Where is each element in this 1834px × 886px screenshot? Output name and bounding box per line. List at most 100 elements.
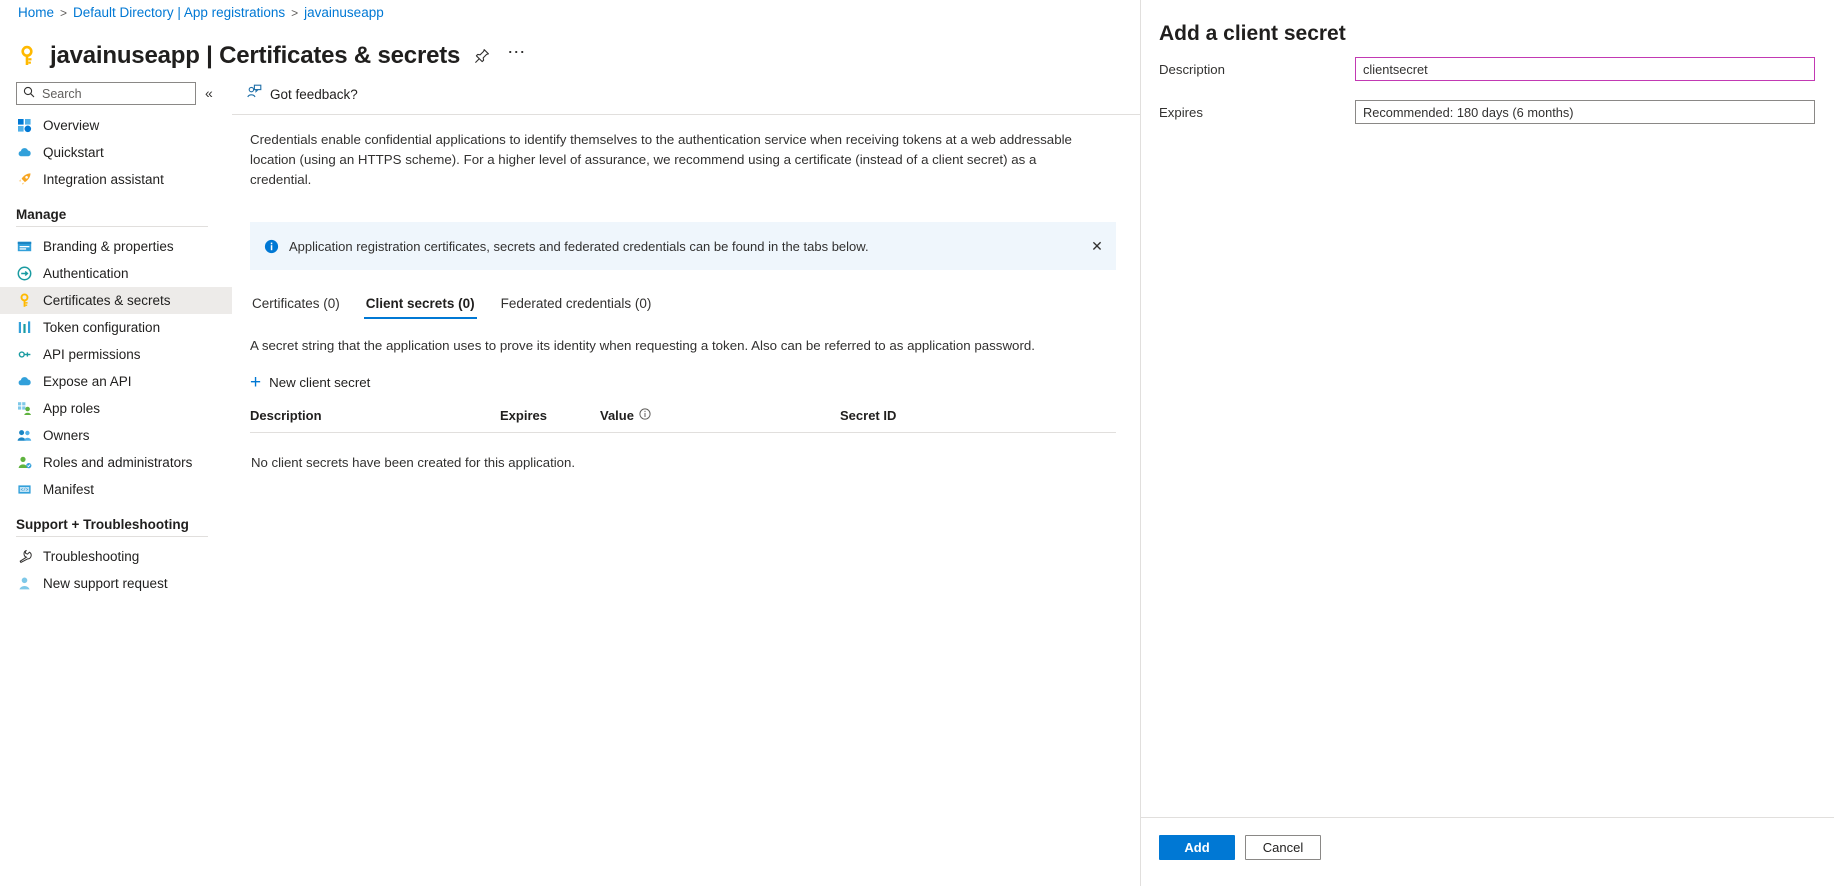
collapse-sidebar-button[interactable]: «	[205, 84, 213, 102]
breadcrumb: Home > Default Directory | App registrat…	[18, 5, 384, 20]
sidebar-item-branding-properties[interactable]: Branding & properties	[0, 233, 232, 260]
command-bar-got-feedback[interactable]: Got feedback?	[246, 84, 358, 105]
sidebar-item-label: Owners	[43, 428, 90, 443]
search-box[interactable]	[16, 82, 196, 105]
search-input[interactable]	[40, 85, 180, 102]
sidebar-item-label: Quickstart	[43, 145, 104, 160]
sidebar-item-label: Roles and administrators	[43, 455, 193, 470]
client-secrets-table: Description Expires Value Secret ID No c…	[250, 408, 1116, 471]
table-body: No client secrets have been created for …	[250, 433, 1116, 472]
feedback-person-icon	[246, 84, 262, 105]
sidebar-item-label: Token configuration	[43, 320, 161, 335]
certificates-secrets-body: Credentials enable confidential applicat…	[232, 130, 1140, 471]
column-header-description: Description	[250, 408, 500, 433]
sidebar-item-label: Troubleshooting	[43, 549, 140, 564]
sidebar-item-manifest[interactable]: </> Manifest	[0, 476, 232, 503]
tab-certificates[interactable]: Certificates (0)	[250, 294, 342, 319]
expires-select[interactable]: Recommended: 180 days (6 months)	[1355, 100, 1815, 124]
sidebar-item-label: Overview	[43, 118, 100, 133]
column-header-label: Expires	[500, 408, 547, 423]
sidebar-item-app-roles[interactable]: App roles	[0, 395, 232, 422]
info-icon[interactable]	[639, 408, 651, 423]
svg-text:</>: </>	[21, 488, 29, 493]
description-input[interactable]	[1355, 57, 1815, 81]
wrench-icon	[16, 548, 33, 565]
sidebar-item-label: Certificates & secrets	[43, 293, 171, 308]
cancel-button[interactable]: Cancel	[1245, 835, 1321, 860]
table-header-row: Description Expires Value Secret ID	[250, 408, 1116, 433]
sidebar-item-owners[interactable]: Owners	[0, 422, 232, 449]
column-header-label: Value	[600, 408, 634, 423]
column-header-expires: Expires	[500, 408, 600, 433]
sidebar-item-troubleshooting[interactable]: Troubleshooting	[0, 543, 232, 570]
column-header-label: Description	[250, 408, 322, 423]
plus-icon: +	[250, 371, 262, 393]
sidebar-nav: Overview Quickstart Integration assistan…	[0, 112, 232, 597]
info-banner-text: Application registration certificates, s…	[289, 238, 869, 254]
close-icon[interactable]: ✕	[1088, 237, 1106, 255]
sidebar-group-divider	[16, 226, 208, 227]
sidebar-item-label: Branding & properties	[43, 239, 174, 254]
panel-title: Add a client secret	[1159, 22, 1346, 46]
sidebar: « Overview	[0, 78, 232, 886]
sidebar-item-token-configuration[interactable]: Token configuration	[0, 314, 232, 341]
sidebar-group-title: Support + Troubleshooting	[16, 517, 189, 532]
command-bar-divider	[232, 114, 1140, 115]
rocket-icon	[16, 171, 33, 188]
panel-footer-divider	[1141, 817, 1834, 818]
sidebar-item-label: New support request	[43, 576, 168, 591]
sidebar-item-overview[interactable]: Overview	[0, 112, 232, 139]
expires-field-wrapper: Recommended: 180 days (6 months)	[1355, 100, 1834, 124]
new-client-secret-button[interactable]: + New client secret	[250, 371, 371, 393]
tab-federated-credentials[interactable]: Federated credentials (0)	[499, 294, 654, 319]
sidebar-item-label: Expose an API	[43, 374, 132, 389]
sidebar-item-label: App roles	[43, 401, 101, 416]
tab-list: Certificates (0) Client secrets (0) Fede…	[250, 294, 1140, 320]
tab-client-secrets[interactable]: Client secrets (0)	[363, 294, 477, 319]
sidebar-item-label: Authentication	[43, 266, 129, 281]
breadcrumb-separator-icon: >	[291, 5, 299, 20]
form-row-description: Description	[1141, 52, 1834, 86]
breadcrumb-item-default-directory[interactable]: Default Directory | App registrations	[73, 5, 285, 20]
page-title: javainuseapp | Certificates & secrets	[50, 42, 461, 70]
description-field-wrapper	[1355, 57, 1834, 81]
sidebar-item-integration-assistant[interactable]: Integration assistant	[0, 166, 232, 193]
form-row-expires: Expires Recommended: 180 days (6 months)	[1141, 95, 1834, 129]
api-permissions-icon	[16, 346, 33, 363]
sidebar-item-authentication[interactable]: Authentication	[0, 260, 232, 287]
expires-selected-value: Recommended: 180 days (6 months)	[1363, 104, 1574, 120]
panel-action-bar: Add Cancel	[1159, 835, 1321, 860]
breadcrumb-item-javainuseapp[interactable]: javainuseapp	[304, 5, 384, 20]
overview-icon	[16, 117, 33, 134]
main-content: Got feedback? Credentials enable confide…	[232, 78, 1140, 886]
new-client-secret-label: New client secret	[269, 375, 371, 390]
roles-administrators-icon	[16, 454, 33, 471]
authentication-icon	[16, 265, 33, 282]
table-header: Description Expires Value Secret ID	[250, 408, 1116, 433]
empty-state-message: No client secrets have been created for …	[251, 455, 576, 470]
column-header-label: Secret ID	[840, 408, 897, 423]
sidebar-item-api-permissions[interactable]: API permissions	[0, 341, 232, 368]
panel-form: Description Expires Recommended: 180 day…	[1141, 52, 1834, 129]
owners-icon	[16, 427, 33, 444]
description-label: Description	[1159, 61, 1225, 77]
sidebar-item-certificates-secrets[interactable]: Certificates & secrets	[0, 287, 232, 314]
sidebar-item-quickstart[interactable]: Quickstart	[0, 139, 232, 166]
key-icon	[16, 292, 33, 309]
support-person-icon	[16, 575, 33, 592]
breadcrumb-item-home[interactable]: Home	[18, 5, 54, 20]
ellipsis-icon[interactable]: ⋯	[504, 43, 528, 68]
manifest-icon: </>	[16, 481, 33, 498]
expires-label: Expires	[1159, 104, 1203, 120]
add-button[interactable]: Add	[1159, 835, 1235, 860]
sidebar-item-roles-and-administrators[interactable]: Roles and administrators	[0, 449, 232, 476]
app-roles-icon	[16, 400, 33, 417]
info-banner: Application registration certificates, s…	[250, 222, 1116, 270]
sidebar-item-label: Manifest	[43, 482, 95, 497]
sidebar-group-divider	[16, 536, 208, 537]
sidebar-item-expose-an-api[interactable]: Expose an API	[0, 368, 232, 395]
pin-icon[interactable]	[470, 44, 494, 68]
intro-paragraph: Credentials enable confidential applicat…	[250, 132, 1072, 187]
sidebar-item-new-support-request[interactable]: New support request	[0, 570, 232, 597]
azure-portal-page: Home > Default Directory | App registrat…	[0, 0, 1834, 886]
